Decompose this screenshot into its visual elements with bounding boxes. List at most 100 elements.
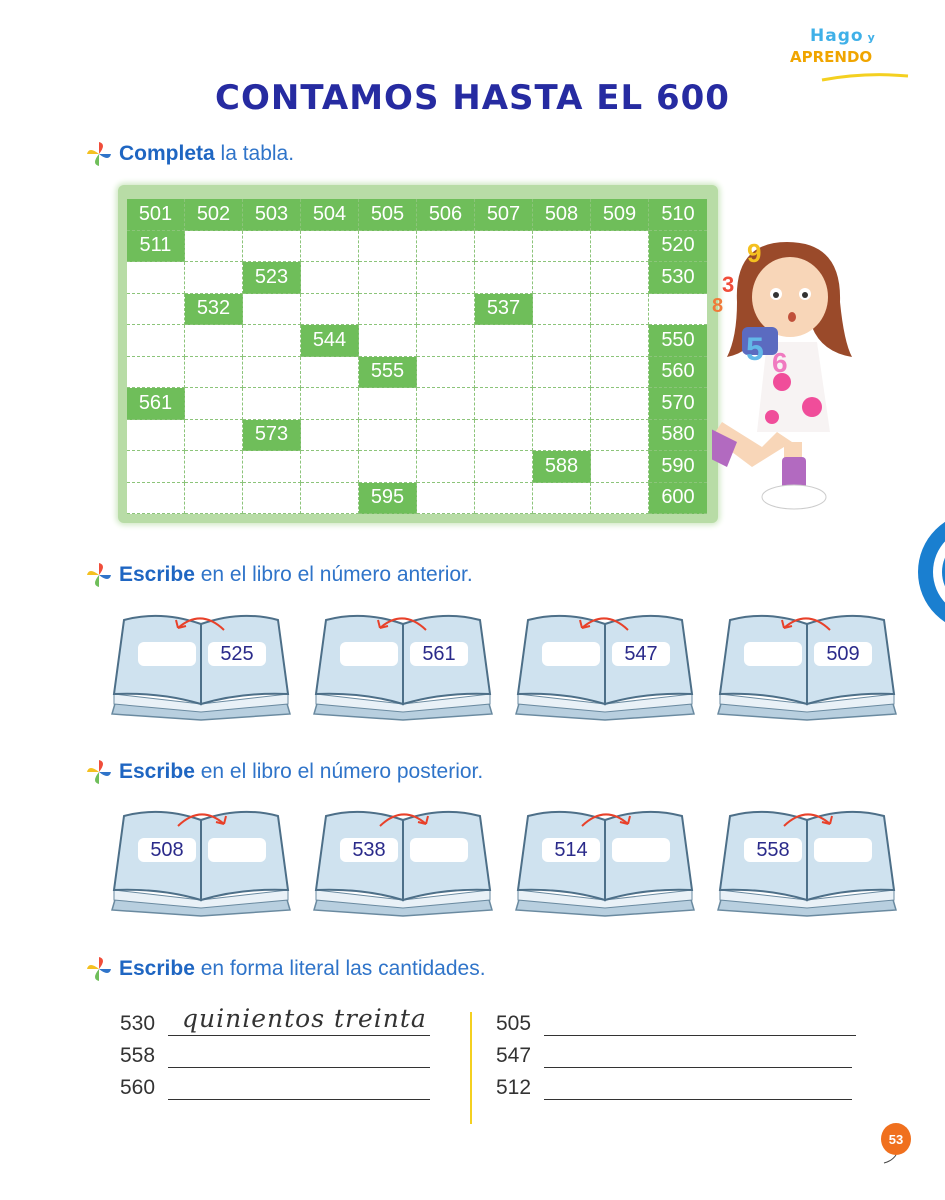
table-cell-560: 560	[649, 356, 707, 388]
table-cell-empty[interactable]	[533, 388, 591, 420]
table-cell-empty[interactable]	[185, 419, 243, 451]
table-cell-empty[interactable]	[185, 262, 243, 294]
table-cell-empty[interactable]	[185, 388, 243, 420]
table-cell-empty[interactable]	[591, 293, 649, 325]
table-cell-empty[interactable]	[301, 230, 359, 262]
table-cell-empty[interactable]	[359, 262, 417, 294]
instruction-verb: Escribe	[119, 957, 195, 980]
table-cell-empty[interactable]	[591, 230, 649, 262]
table-cell-empty[interactable]	[649, 294, 707, 325]
table-cell-empty[interactable]	[301, 356, 359, 388]
table-cell-empty[interactable]	[243, 356, 301, 388]
literal-answer-line[interactable]	[168, 1045, 430, 1068]
pinwheel-icon	[87, 957, 111, 981]
table-cell-empty[interactable]	[591, 482, 649, 514]
table-cell-empty[interactable]	[591, 388, 649, 420]
svg-text:6: 6	[772, 347, 788, 378]
table-cell-empty[interactable]	[243, 230, 301, 262]
table-cell-empty[interactable]	[243, 451, 301, 483]
table-cell-empty[interactable]	[185, 356, 243, 388]
table-cell-empty[interactable]	[475, 325, 533, 357]
table-cell-empty[interactable]	[185, 482, 243, 514]
table-cell-empty[interactable]	[417, 325, 475, 357]
table-cell-empty[interactable]	[301, 388, 359, 420]
table-cell-empty[interactable]	[591, 356, 649, 388]
book-answer-box[interactable]	[612, 838, 670, 862]
table-cell-509: 509	[591, 199, 649, 231]
literal-answer-line[interactable]	[544, 1013, 856, 1036]
table-cell-empty[interactable]	[127, 325, 185, 357]
table-cell-empty[interactable]	[533, 230, 591, 262]
table-cell-empty[interactable]	[243, 293, 301, 325]
table-cell-empty[interactable]	[243, 325, 301, 357]
table-cell-555: 555	[359, 356, 417, 388]
book-given-number: 538	[340, 838, 398, 862]
table-cell-empty[interactable]	[417, 262, 475, 294]
table-cell-empty[interactable]	[127, 356, 185, 388]
table-cell-empty[interactable]	[301, 482, 359, 514]
instruction-text: en forma literal las cantidades.	[194, 957, 486, 980]
table-cell-empty[interactable]	[301, 451, 359, 483]
table-cell-empty[interactable]	[185, 230, 243, 262]
table-cell-empty[interactable]	[359, 451, 417, 483]
table-cell-empty[interactable]	[417, 230, 475, 262]
table-cell-empty[interactable]	[533, 293, 591, 325]
svg-text:9: 9	[747, 238, 761, 268]
girl-with-numbers-illustration: 5 6 3 8 9	[712, 238, 852, 510]
table-cell-empty[interactable]	[359, 388, 417, 420]
table-cell-empty[interactable]	[127, 482, 185, 514]
table-cell-empty[interactable]	[417, 482, 475, 514]
table-cell-empty[interactable]	[359, 293, 417, 325]
table-cell-empty[interactable]	[243, 388, 301, 420]
table-cell-empty[interactable]	[185, 325, 243, 357]
literal-answer-line[interactable]	[544, 1077, 852, 1100]
table-cell-empty[interactable]	[417, 388, 475, 420]
table-cell-empty[interactable]	[301, 262, 359, 294]
table-cell-empty[interactable]	[475, 388, 533, 420]
table-cell-empty[interactable]	[359, 325, 417, 357]
table-cell-empty[interactable]	[475, 262, 533, 294]
literal-answer-line[interactable]	[544, 1045, 852, 1068]
table-cell-empty[interactable]	[243, 482, 301, 514]
table-cell-empty[interactable]	[533, 356, 591, 388]
book-answer-box[interactable]	[410, 838, 468, 862]
table-cell-empty[interactable]	[533, 325, 591, 357]
book-answer-box[interactable]	[340, 642, 398, 666]
page-edge-tab-icon	[918, 521, 945, 623]
table-cell-empty[interactable]	[301, 293, 359, 325]
table-cell-empty[interactable]	[533, 482, 591, 514]
table-cell-empty[interactable]	[417, 293, 475, 325]
table-cell-empty[interactable]	[475, 356, 533, 388]
table-cell-empty[interactable]	[127, 419, 185, 451]
table-cell-empty[interactable]	[127, 293, 185, 325]
table-cell-empty[interactable]	[475, 419, 533, 451]
book-answer-box[interactable]	[814, 838, 872, 862]
table-cell-empty[interactable]	[417, 419, 475, 451]
table-cell-empty[interactable]	[591, 451, 649, 483]
hago-y-aprendo-logo: Hago y APRENDO	[790, 26, 915, 84]
table-cell-empty[interactable]	[591, 325, 649, 357]
table-cell-empty[interactable]	[591, 262, 649, 294]
literal-answer-line[interactable]: quinientos treinta	[168, 1004, 430, 1036]
book-answer-box[interactable]	[542, 642, 600, 666]
table-cell-empty[interactable]	[475, 482, 533, 514]
table-cell-empty[interactable]	[359, 419, 417, 451]
table-cell-empty[interactable]	[417, 356, 475, 388]
table-cell-empty[interactable]	[417, 451, 475, 483]
table-cell-empty[interactable]	[185, 451, 243, 483]
table-cell-empty[interactable]	[533, 262, 591, 294]
book-answer-box[interactable]	[208, 838, 266, 862]
table-cell-empty[interactable]	[127, 262, 185, 294]
literal-item-547: 547	[496, 1044, 852, 1068]
table-cell-550: 550	[649, 325, 707, 357]
book-answer-box[interactable]	[744, 642, 802, 666]
table-cell-empty[interactable]	[301, 419, 359, 451]
table-cell-empty[interactable]	[591, 419, 649, 451]
literal-answer-line[interactable]	[168, 1077, 430, 1100]
table-cell-empty[interactable]	[359, 230, 417, 262]
table-cell-empty[interactable]	[127, 451, 185, 483]
book-answer-box[interactable]	[138, 642, 196, 666]
table-cell-empty[interactable]	[475, 230, 533, 262]
table-cell-empty[interactable]	[533, 419, 591, 451]
table-cell-empty[interactable]	[475, 451, 533, 483]
